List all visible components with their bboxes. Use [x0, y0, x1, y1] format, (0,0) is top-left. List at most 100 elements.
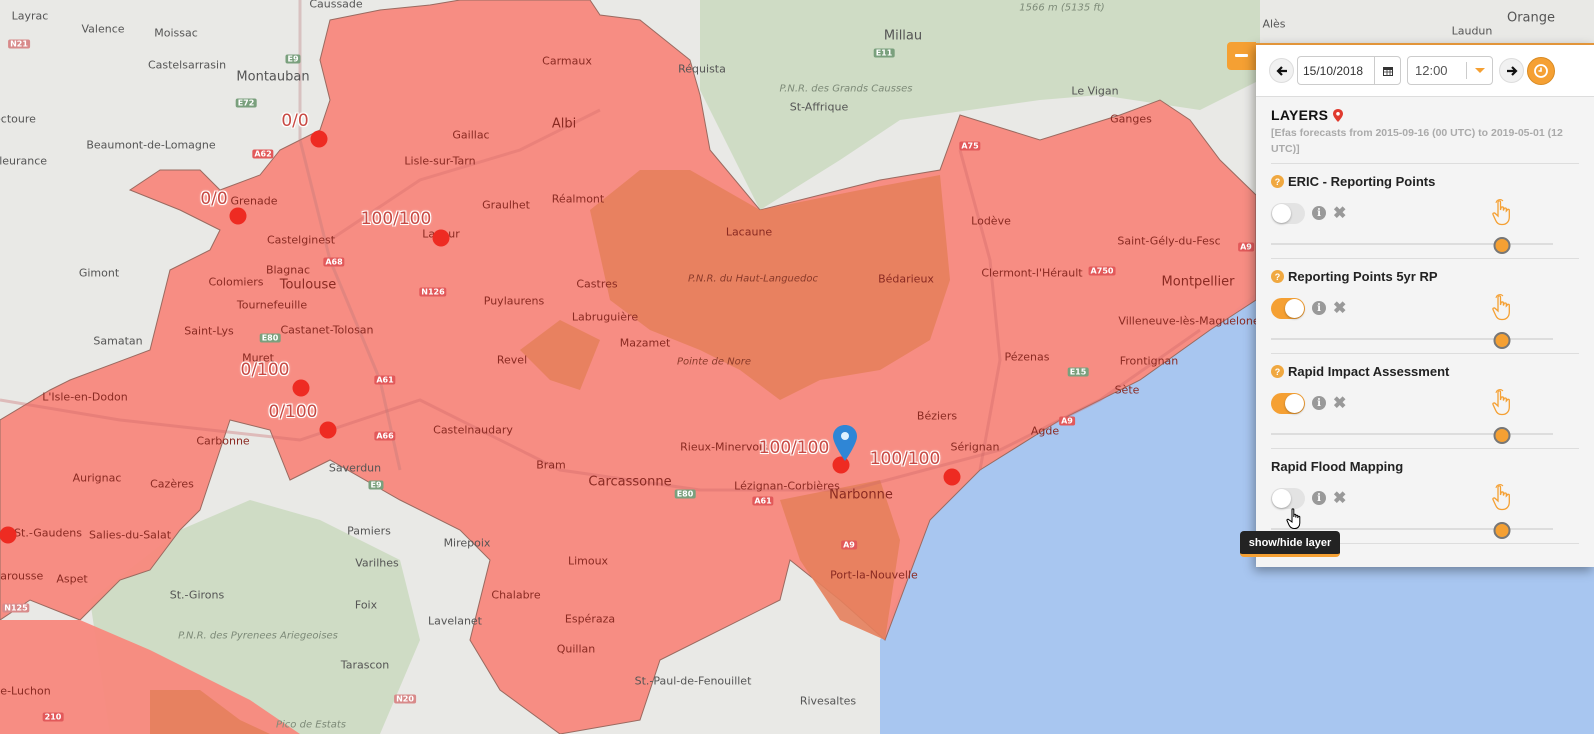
slider-thumb[interactable]	[1493, 427, 1511, 444]
info-icon[interactable]: i	[1312, 301, 1326, 315]
place-label: Rieux-Minervois	[680, 440, 768, 454]
road-shield: A75	[959, 141, 981, 151]
chevron-down-icon	[1474, 68, 1485, 73]
place-label: Villeneuve-lès-Maguelone	[1118, 314, 1260, 328]
layer-item: ? Rapid Impact Assessment i ✖	[1271, 354, 1579, 449]
reporting-point-marker[interactable]	[0, 526, 17, 544]
date-input[interactable]	[1298, 57, 1374, 84]
place-label: Sérignan	[950, 440, 1000, 454]
place-label: Revel	[496, 353, 528, 367]
layer-visibility-toggle[interactable]	[1271, 298, 1305, 319]
place-label: Bédarieux	[878, 272, 934, 286]
place-label: Samatan	[93, 334, 143, 348]
road-shield: A66	[374, 431, 396, 441]
reporting-point-marker[interactable]	[432, 229, 450, 247]
road-shield: N126	[419, 287, 447, 297]
road-shield: A9	[1238, 242, 1254, 252]
reporting-point-count: 0/100	[240, 360, 290, 380]
previous-date-button[interactable]	[1269, 58, 1294, 83]
layer-visibility-toggle[interactable]	[1271, 393, 1305, 414]
place-label: Ganges	[1110, 112, 1152, 126]
opacity-slider[interactable]	[1271, 427, 1553, 444]
next-date-button[interactable]	[1499, 58, 1524, 83]
help-icon[interactable]: ?	[1271, 175, 1284, 188]
place-label: Port-la-Nouvelle	[830, 568, 918, 582]
place-label: Colomiers	[208, 275, 264, 289]
drag-handle-icon[interactable]	[1491, 293, 1513, 321]
layer-visibility-toggle[interactable]	[1271, 203, 1305, 224]
info-icon[interactable]: i	[1312, 206, 1326, 220]
place-label: St.-Gaudens	[14, 526, 82, 540]
place-label: Blagnac	[265, 263, 311, 277]
location-pin-icon	[1333, 108, 1344, 122]
slider-thumb[interactable]	[1493, 237, 1511, 254]
road-shield: A61	[374, 375, 396, 385]
drag-handle-icon[interactable]	[1491, 483, 1513, 511]
place-label: Lavelanet	[428, 614, 482, 628]
place-label: St.-Girons	[169, 588, 225, 602]
place-label: Gimont	[78, 266, 120, 280]
place-label: Le Vigan	[1071, 84, 1119, 98]
layers-panel: 12:00 LAYERS [Efas forecasts from 2015-0…	[1256, 43, 1594, 567]
park-label: Pico de Estats	[276, 719, 346, 731]
info-icon[interactable]: i	[1312, 491, 1326, 505]
time-select[interactable]: 12:00	[1407, 56, 1493, 85]
layer-visibility-toggle[interactable]	[1271, 488, 1305, 509]
slider-thumb[interactable]	[1493, 332, 1511, 349]
slider-thumb[interactable]	[1493, 522, 1511, 539]
help-icon[interactable]: ?	[1271, 365, 1284, 378]
latest-forecast-button[interactable]	[1527, 56, 1555, 85]
reporting-point-marker[interactable]	[319, 421, 337, 439]
help-icon[interactable]: ?	[1271, 270, 1284, 283]
opacity-slider[interactable]	[1271, 332, 1553, 349]
remove-layer-icon[interactable]: ✖	[1333, 298, 1346, 318]
remove-layer-icon[interactable]: ✖	[1333, 203, 1346, 223]
layer-name: ? ERIC - Reporting Points	[1271, 174, 1435, 189]
place-label: de-Luchon	[0, 684, 51, 698]
road-shield: N125	[2, 603, 30, 613]
place-label: Montauban	[236, 69, 310, 85]
place-label: Tarascon	[340, 658, 390, 672]
reporting-point-count: 100/100	[360, 209, 432, 229]
place-label: Saverdun	[328, 461, 382, 475]
place-label: Clermont-l'Hérault	[981, 266, 1083, 280]
tooltip: show/hide layer	[1240, 531, 1340, 557]
place-label: Lodève	[971, 214, 1011, 228]
place-label: Caussade	[309, 0, 363, 11]
remove-layer-icon[interactable]: ✖	[1333, 393, 1346, 413]
layer-item: ? ERIC - Reporting Points i ✖	[1271, 164, 1579, 259]
place-label: Albi	[551, 116, 577, 132]
place-label: Grenade	[230, 194, 278, 208]
place-label: Valence	[81, 22, 125, 36]
remove-layer-icon[interactable]: ✖	[1333, 488, 1346, 508]
clock-icon	[1534, 63, 1548, 78]
layer-name: Rapid Flood Mapping	[1271, 459, 1404, 474]
place-label: Mazamet	[619, 336, 671, 350]
date-field	[1297, 56, 1401, 85]
reporting-point-marker[interactable]	[310, 130, 328, 148]
layer-name: ? Reporting Points 5yr RP	[1271, 269, 1438, 284]
reporting-point-count: 100/100	[869, 449, 941, 469]
drag-handle-icon[interactable]	[1491, 198, 1513, 226]
reporting-point-count: 0/100	[268, 402, 318, 422]
park-label: Pointe de Nore	[676, 356, 752, 368]
opacity-slider[interactable]	[1271, 237, 1553, 254]
map-pin-icon[interactable]	[833, 425, 857, 461]
place-label: Lectoure	[0, 112, 36, 126]
info-icon[interactable]: i	[1312, 396, 1326, 410]
reporting-point-marker[interactable]	[229, 207, 247, 225]
road-shield: A9	[841, 540, 857, 550]
place-label: Labruguière	[571, 310, 639, 324]
reporting-point-marker[interactable]	[943, 468, 961, 486]
arrow-left-icon	[1275, 65, 1287, 76]
layer-item: Rapid Flood Mapping i ✖	[1271, 449, 1579, 544]
road-shield: E80	[259, 333, 281, 343]
calendar-button[interactable]	[1374, 57, 1400, 84]
drag-handle-icon[interactable]	[1491, 388, 1513, 416]
road-shield: E9	[368, 480, 384, 490]
place-label: Toulouse	[279, 277, 337, 293]
reporting-point-marker[interactable]	[292, 379, 310, 397]
collapse-panel-button[interactable]	[1227, 42, 1256, 70]
place-label: Salies-du-Salat	[88, 528, 172, 542]
place-label: Cazères	[150, 477, 194, 491]
